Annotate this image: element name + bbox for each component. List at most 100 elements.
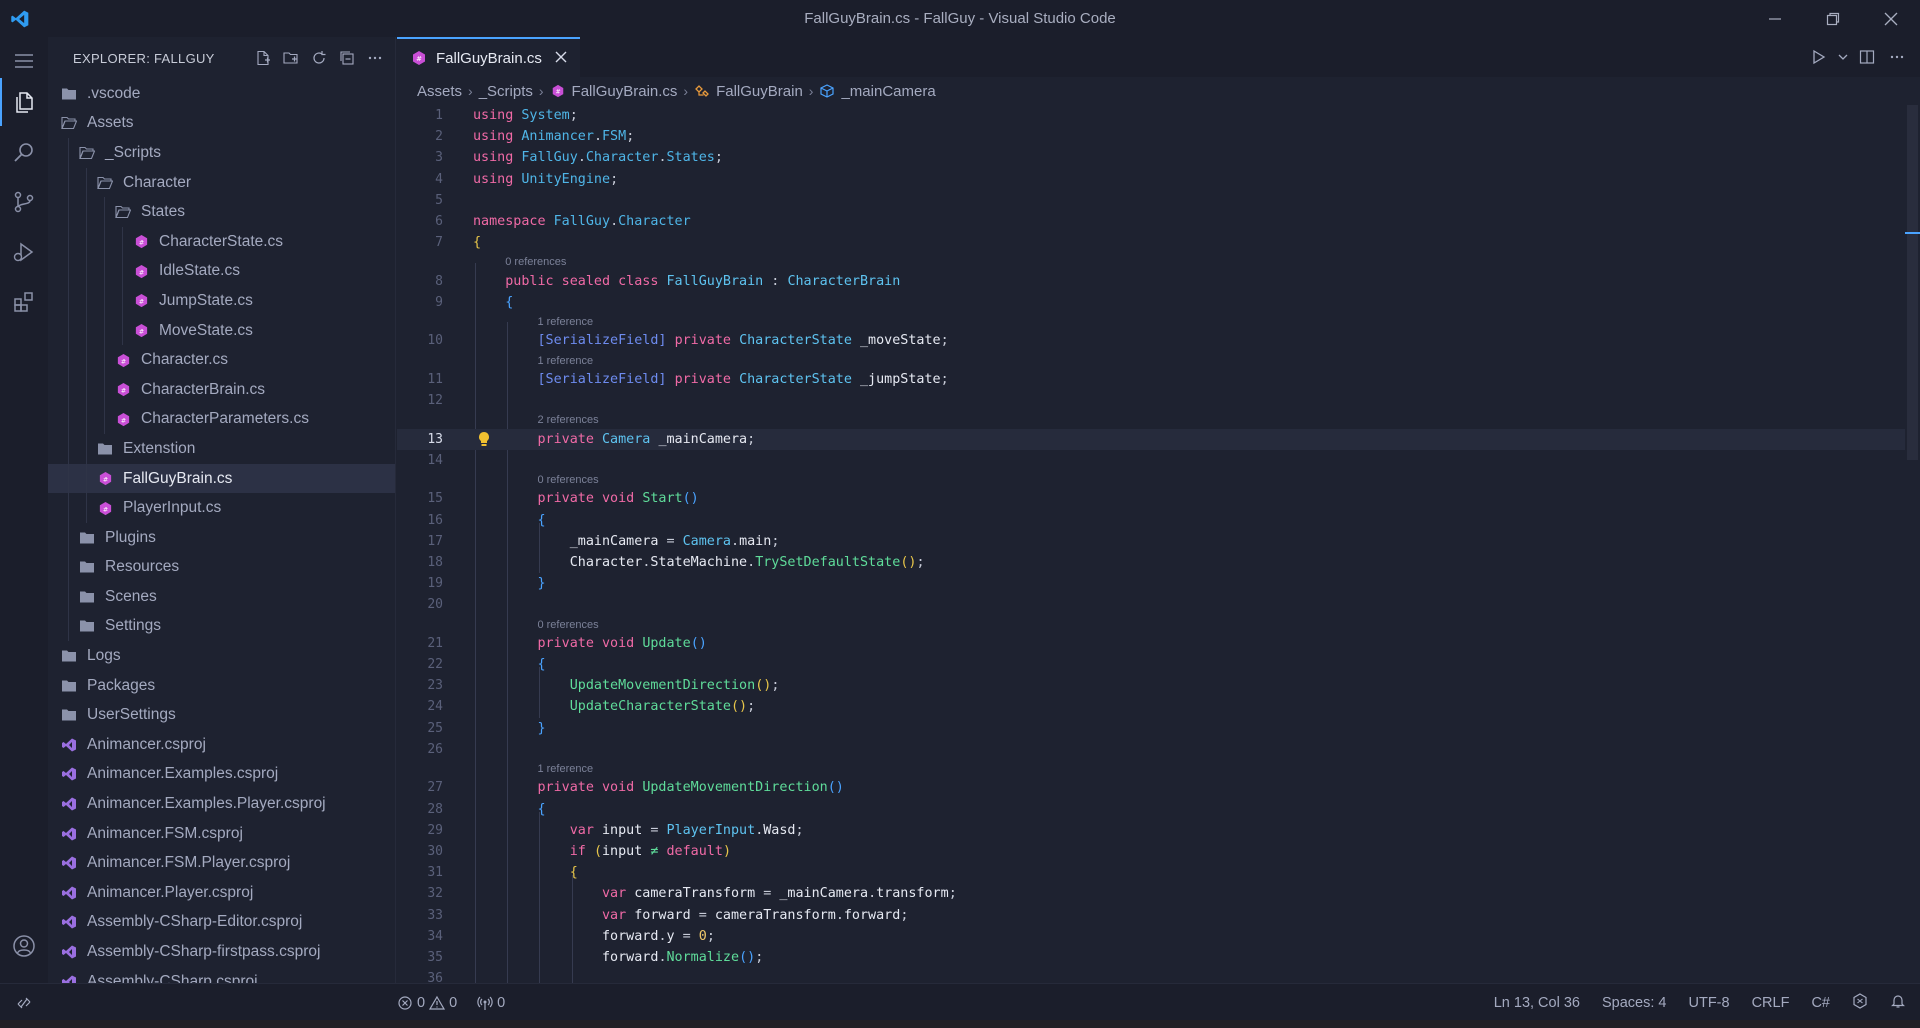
tab-fallguybrain[interactable]: # FallGuyBrain.cs <box>397 37 580 77</box>
code-line[interactable]: 36 <box>397 968 1905 983</box>
refresh-icon[interactable] <box>307 46 331 70</box>
codelens-references[interactable]: 1 reference <box>537 763 593 775</box>
code-line[interactable]: 5 <box>397 190 1905 211</box>
tree-file-item[interactable]: # JumpState.cs <box>48 286 395 316</box>
code-line[interactable]: 8 public sealed class FallGuyBrain : Cha… <box>397 271 1905 292</box>
code-line[interactable]: 24 UpdateCharacterState(); <box>397 696 1905 717</box>
tree-folder-item[interactable]: Logs <box>48 641 395 671</box>
code-line[interactable]: 34 forward.y = 0; <box>397 926 1905 947</box>
code-line[interactable]: 6 namespace FallGuy.Character <box>397 211 1905 232</box>
remote-icon[interactable] <box>0 984 48 1021</box>
code-line[interactable]: 16 { <box>397 510 1905 531</box>
tree-folder-item[interactable]: Extenstion <box>48 434 395 464</box>
tree-file-item[interactable]: Assembly-CSharp-Editor.csproj <box>48 908 395 938</box>
tree-folder-item[interactable]: Assets <box>48 109 395 139</box>
code-line[interactable]: 10 [SerializeField] private CharacterSta… <box>397 330 1905 351</box>
tree-file-item[interactable]: # IdleState.cs <box>48 256 395 287</box>
tree-folder-item[interactable]: States <box>48 197 395 227</box>
cursor-position[interactable]: Ln 13, Col 36 <box>1494 995 1580 1011</box>
indentation[interactable]: Spaces: 4 <box>1602 995 1667 1011</box>
code-line[interactable]: 9 { <box>397 292 1905 313</box>
vscode-logo-icon[interactable] <box>0 0 40 37</box>
minimize-icon[interactable] <box>1746 0 1804 37</box>
tree-folder-item[interactable]: Character <box>48 167 395 198</box>
tree-folder-item[interactable]: Settings <box>48 611 395 642</box>
restore-icon[interactable] <box>1804 0 1862 37</box>
tree-folder-item[interactable]: Resources <box>48 552 395 583</box>
breadcrumb-item-file[interactable]: FallGuyBrain.cs <box>572 83 678 100</box>
lightbulb-icon[interactable] <box>475 429 493 450</box>
code-line[interactable]: 21 private void Update() <box>397 633 1905 654</box>
close-window-icon[interactable] <box>1862 0 1920 37</box>
editor-scrollbar[interactable] <box>1905 105 1920 983</box>
tree-file-item[interactable]: # PlayerInput.cs <box>48 493 395 523</box>
code-line[interactable]: 22 { <box>397 654 1905 675</box>
code-line[interactable]: 31 { <box>397 862 1905 883</box>
codelens-references[interactable]: 2 references <box>537 414 598 426</box>
tree-file-item[interactable]: Animancer.FSM.csproj <box>48 819 395 849</box>
tree-folder-item[interactable]: Packages <box>48 671 395 701</box>
breadcrumb-item-scripts[interactable]: _Scripts <box>479 83 533 100</box>
search-icon[interactable] <box>0 128 48 176</box>
source-control-icon[interactable] <box>0 178 48 226</box>
run-debug-icon[interactable] <box>0 228 48 276</box>
explorer-icon[interactable] <box>0 78 48 126</box>
code-line[interactable]: 3 using FallGuy.Character.States; <box>397 147 1905 168</box>
code-line[interactable]: 4 using UnityEngine; <box>397 169 1905 190</box>
encoding[interactable]: UTF-8 <box>1688 995 1729 1011</box>
code-editor[interactable]: 1 using System; 2 using Animancer.FSM; 3 usin… <box>397 105 1920 983</box>
code-line[interactable]: 28 { <box>397 799 1905 820</box>
code-line[interactable]: 2 using Animancer.FSM; <box>397 126 1905 147</box>
tree-file-item[interactable]: Animancer.csproj <box>48 730 395 760</box>
breadcrumb-item-assets[interactable]: Assets <box>417 83 462 100</box>
code-line[interactable]: 27 private void UpdateMovementDirection(… <box>397 777 1905 798</box>
new-file-icon[interactable] <box>251 46 275 70</box>
breadcrumb-item-field[interactable]: _mainCamera <box>841 83 935 100</box>
tree-folder-item[interactable]: Plugins <box>48 522 395 553</box>
codelens-references[interactable]: 0 references <box>537 619 598 631</box>
chevron-down-icon[interactable] <box>1836 44 1850 70</box>
codelens-references[interactable]: 1 reference <box>537 355 593 367</box>
more-actions-icon[interactable] <box>363 46 387 70</box>
account-icon[interactable] <box>0 922 48 970</box>
code-line[interactable]: 19 } <box>397 573 1905 594</box>
code-line[interactable]: 1 using System; <box>397 105 1905 126</box>
tree-folder-item[interactable]: UserSettings <box>48 700 395 730</box>
collapse-all-icon[interactable] <box>335 46 359 70</box>
code-line[interactable]: 26 <box>397 739 1905 760</box>
new-folder-icon[interactable] <box>279 46 303 70</box>
extensions-icon[interactable] <box>0 278 48 326</box>
split-editor-icon[interactable] <box>1854 44 1880 70</box>
tree-file-item[interactable]: Animancer.FSM.Player.csproj <box>48 848 395 878</box>
scrollbar-thumb[interactable] <box>1907 105 1918 460</box>
ports-indicator[interactable]: 0 <box>477 995 505 1011</box>
code-line[interactable]: 30 if (input ≠ default) <box>397 841 1905 862</box>
code-line[interactable]: 7{ <box>397 232 1905 253</box>
codelens-references[interactable]: 1 reference <box>537 316 593 328</box>
codelens-references[interactable]: 0 references <box>537 474 598 486</box>
tree-folder-item[interactable]: .vscode <box>48 79 395 109</box>
problems-indicator[interactable]: 0 0 <box>397 995 457 1011</box>
tree-file-item[interactable]: # MoveState.cs <box>48 315 395 346</box>
code-line[interactable]: 35 forward.Normalize(); <box>397 947 1905 968</box>
tree-file-item[interactable]: Assembly-CSharp.csproj <box>48 967 395 983</box>
tree-file-item[interactable]: # CharacterBrain.cs <box>48 374 395 405</box>
close-tab-icon[interactable] <box>552 48 570 66</box>
codelens-references[interactable]: 0 references <box>505 256 566 268</box>
tree-file-item[interactable]: Animancer.Examples.Player.csproj <box>48 789 395 819</box>
code-line[interactable]: 13 private Camera _mainCamera; <box>397 428 1905 450</box>
code-line[interactable]: 23 UpdateMovementDirection(); <box>397 675 1905 696</box>
breadcrumb-item-class[interactable]: FallGuyBrain <box>716 83 803 100</box>
tree-file-item[interactable]: # CharacterState.cs <box>48 226 395 257</box>
editor-more-icon[interactable] <box>1884 44 1910 70</box>
code-line[interactable]: 29 var input = PlayerInput.Wasd; <box>397 820 1905 841</box>
tree-folder-item[interactable]: _Scripts <box>48 138 395 168</box>
code-line[interactable]: 12 <box>397 390 1905 411</box>
notifications-bell-icon[interactable] <box>1890 993 1906 1013</box>
code-line[interactable]: 14 <box>397 450 1905 471</box>
tree-file-item[interactable]: Animancer.Player.csproj <box>48 878 395 908</box>
code-line[interactable]: 18 Character.StateMachine.TrySetDefaultS… <box>397 552 1905 573</box>
code-line[interactable]: 11 [SerializeField] private CharacterSta… <box>397 369 1905 390</box>
tree-file-item[interactable]: # FallGuyBrain.cs <box>48 463 395 494</box>
code-line[interactable]: 20 <box>397 594 1905 615</box>
